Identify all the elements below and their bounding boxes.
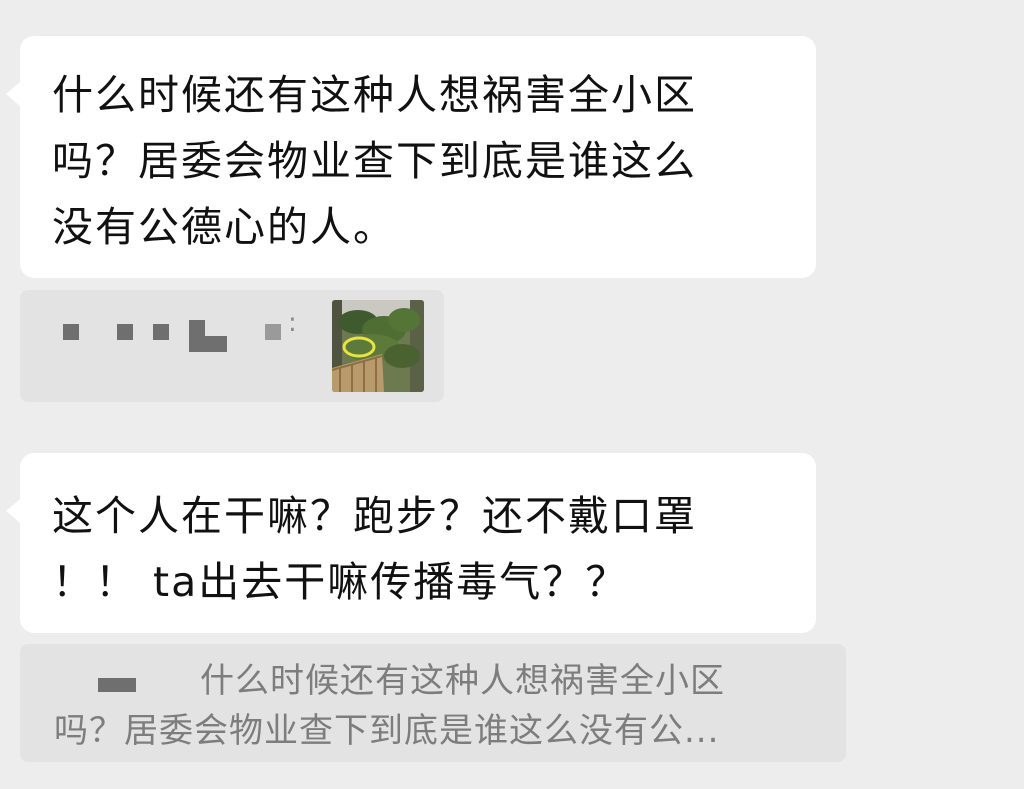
quoted-text-line: 吗？居委会物业查下到底是谁这么没有公... (54, 711, 720, 751)
quoted-reply[interactable]: : (20, 290, 444, 402)
quoted-text-line: 什么时候还有这种人想祸害全小区 (200, 661, 725, 701)
photo-thumbnail[interactable] (332, 300, 424, 392)
message-text-line: 没有公德心的人。 (52, 203, 396, 251)
chat-screen: { "messages": [ { "lines": [ "什么时候还有这种人想… (0, 0, 1024, 789)
author-colon: : (288, 308, 297, 338)
quoted-reply[interactable]: 什么时候还有这种人想祸害全小区 吗？居委会物业查下到底是谁这么没有公... (20, 644, 846, 762)
outdoor-photo-icon (332, 300, 424, 392)
message-text-line: ！！ ta出去干嘛传播毒气？？ (52, 558, 629, 606)
message-text-line: 什么时候还有这种人想祸害全小区 (52, 71, 697, 119)
message-bubble[interactable]: 什么时候还有这种人想祸害全小区 吗？居委会物业查下到底是谁这么 没有公德心的人。 (6, 36, 816, 278)
message-text-line: 这个人在干嘛？跑步？还不戴口罩 (52, 492, 697, 540)
message-bubble[interactable]: 这个人在干嘛？跑步？还不戴口罩 ！！ ta出去干嘛传播毒气？？ (6, 453, 816, 633)
message-text-line: 吗？居委会物业查下到底是谁这么 (52, 137, 697, 185)
